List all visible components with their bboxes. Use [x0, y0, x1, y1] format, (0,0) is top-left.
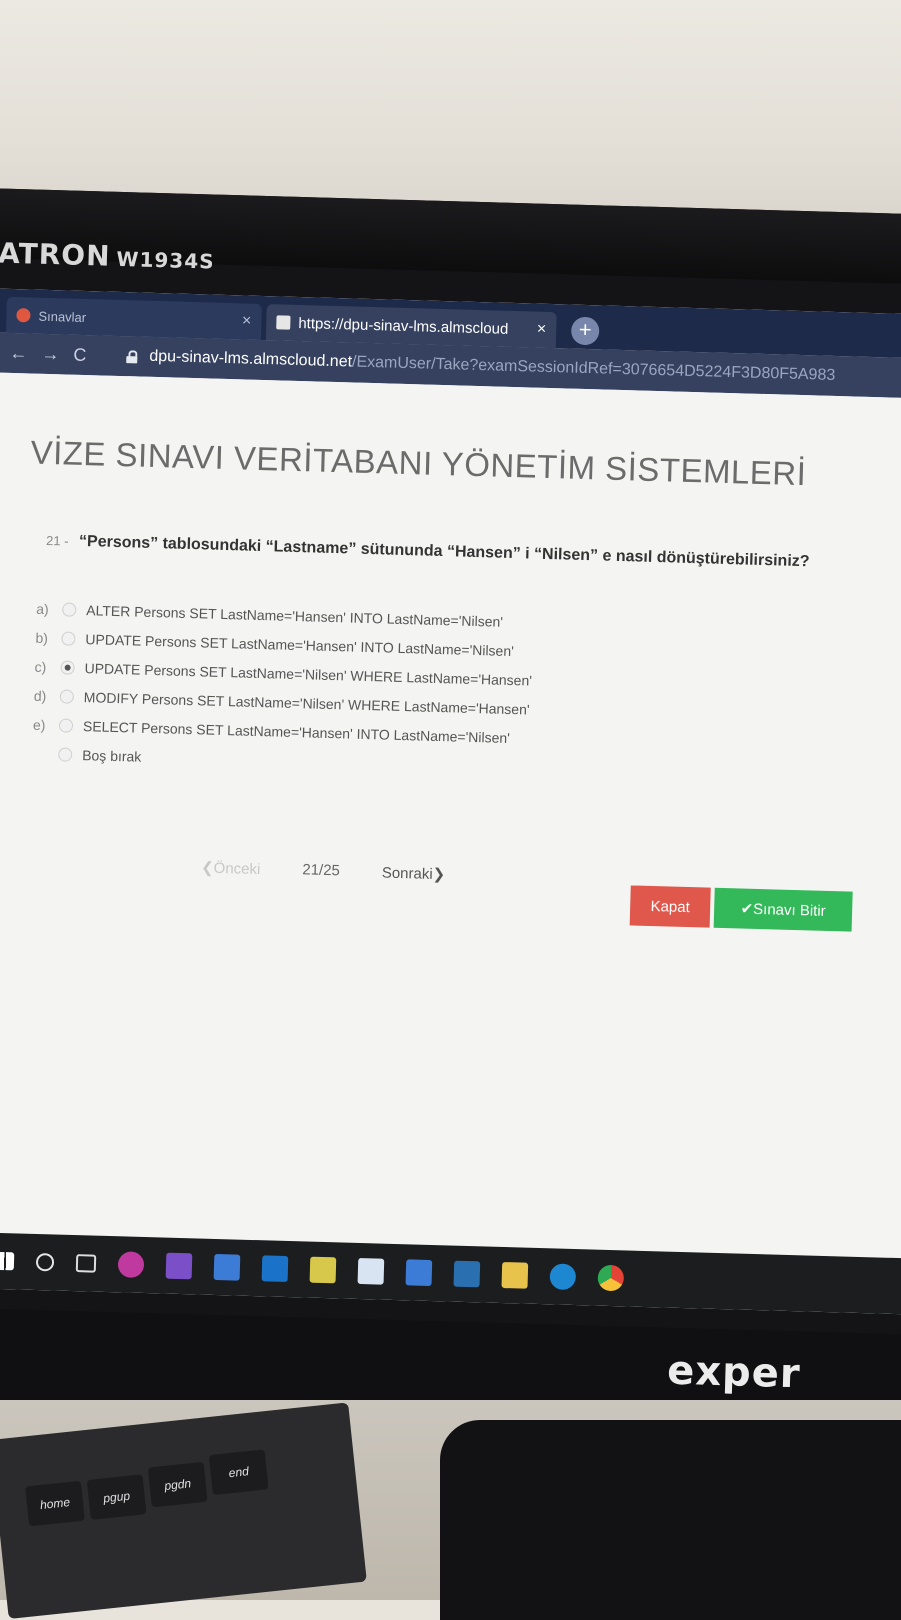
- store-icon[interactable]: [405, 1259, 433, 1287]
- answer-options: a) ALTER Persons SET LastName='Hansen' I…: [32, 594, 657, 785]
- page-favicon-icon: [276, 315, 291, 330]
- option-label: Boş bırak: [81, 746, 142, 765]
- new-tab-button[interactable]: +: [570, 316, 600, 346]
- question-pager: ❮Önceki 21/25 Sonraki❯: [201, 858, 446, 883]
- lock-icon[interactable]: [126, 350, 137, 363]
- option-radio-selected[interactable]: [60, 659, 75, 675]
- key-pgdn: pgdn: [147, 1461, 208, 1508]
- option-radio[interactable]: [58, 717, 74, 733]
- brand-name: ATRON: [0, 236, 112, 273]
- option-letter: d): [33, 687, 47, 704]
- question: 21 - “Persons” tablosundaki “Lastname” s…: [46, 532, 901, 574]
- option-letter: c): [34, 658, 47, 675]
- finish-exam-button[interactable]: ✔Sınavı Bitir: [713, 887, 853, 932]
- edge-icon[interactable]: [549, 1263, 577, 1291]
- key-pgup: pgup: [86, 1474, 147, 1520]
- option-radio[interactable]: [61, 630, 76, 646]
- monitor-brand: ATRON W1934S: [0, 237, 215, 276]
- page-title: VİZE SINAVI VERİTABANI YÖNETİM SİSTEMLER…: [30, 433, 807, 493]
- option-radio[interactable]: [62, 601, 77, 617]
- tab-close-icon[interactable]: ×: [537, 321, 547, 339]
- option-radio[interactable]: [59, 688, 75, 704]
- previous-button[interactable]: ❮Önceki: [201, 858, 261, 878]
- next-button[interactable]: Sonraki❯: [382, 863, 446, 883]
- option-radio[interactable]: [58, 746, 73, 762]
- brand-model: W1934S: [116, 246, 215, 274]
- key-home: home: [25, 1480, 85, 1527]
- monitor: ATRON W1934S Sınavlar × https://dpu-sinav…: [0, 188, 901, 1475]
- tab-title: https://dpu-sinav-lms.almscloud: [298, 314, 509, 338]
- project-icon[interactable]: [309, 1256, 337, 1284]
- outlook-icon[interactable]: [261, 1255, 289, 1283]
- keyboard: home pgup pgdn end: [0, 1402, 367, 1620]
- site-favicon-icon: [16, 308, 31, 323]
- search-icon[interactable]: [35, 1252, 55, 1272]
- task-view-icon[interactable]: [75, 1254, 97, 1273]
- file-explorer-icon[interactable]: [501, 1261, 529, 1289]
- utorrent-icon[interactable]: [117, 1251, 145, 1278]
- screen: Sınavlar × https://dpu-sinav-lms.almsclo…: [0, 288, 901, 1315]
- forward-button[interactable]: →: [41, 343, 60, 364]
- windows-start-icon[interactable]: [0, 1251, 15, 1271]
- mail-icon[interactable]: [453, 1260, 481, 1288]
- exam-page: VİZE SINAVI VERİTABANI YÖNETİM SİSTEMLER…: [0, 372, 901, 1259]
- tab-close-icon[interactable]: ×: [242, 312, 252, 330]
- question-number: 21 -: [45, 532, 69, 549]
- question-text: “Persons” tablosundaki “Lastname” sütunu…: [78, 532, 810, 571]
- tab-title: Sınavlar: [38, 308, 87, 325]
- reload-button[interactable]: C: [73, 344, 87, 365]
- people-icon[interactable]: [213, 1253, 241, 1281]
- exper-logo: exper: [666, 1347, 802, 1398]
- url-path: /ExamUser/Take?examSessionIdRef=3076654D…: [351, 353, 836, 384]
- back-button[interactable]: ←: [9, 342, 28, 363]
- option-letter: a): [36, 600, 49, 617]
- option-letter: b): [35, 629, 49, 646]
- box-icon[interactable]: [357, 1257, 385, 1285]
- chrome-icon[interactable]: [597, 1264, 625, 1292]
- option-letter: e): [32, 716, 46, 733]
- close-button[interactable]: Kapat: [629, 885, 711, 928]
- visual-studio-icon[interactable]: [165, 1252, 193, 1280]
- question-counter: 21/25: [302, 861, 341, 880]
- key-end: end: [208, 1449, 269, 1495]
- monitor-stand: [440, 1420, 901, 1620]
- url-host: dpu-sinav-lms.almscloud.net: [149, 347, 353, 371]
